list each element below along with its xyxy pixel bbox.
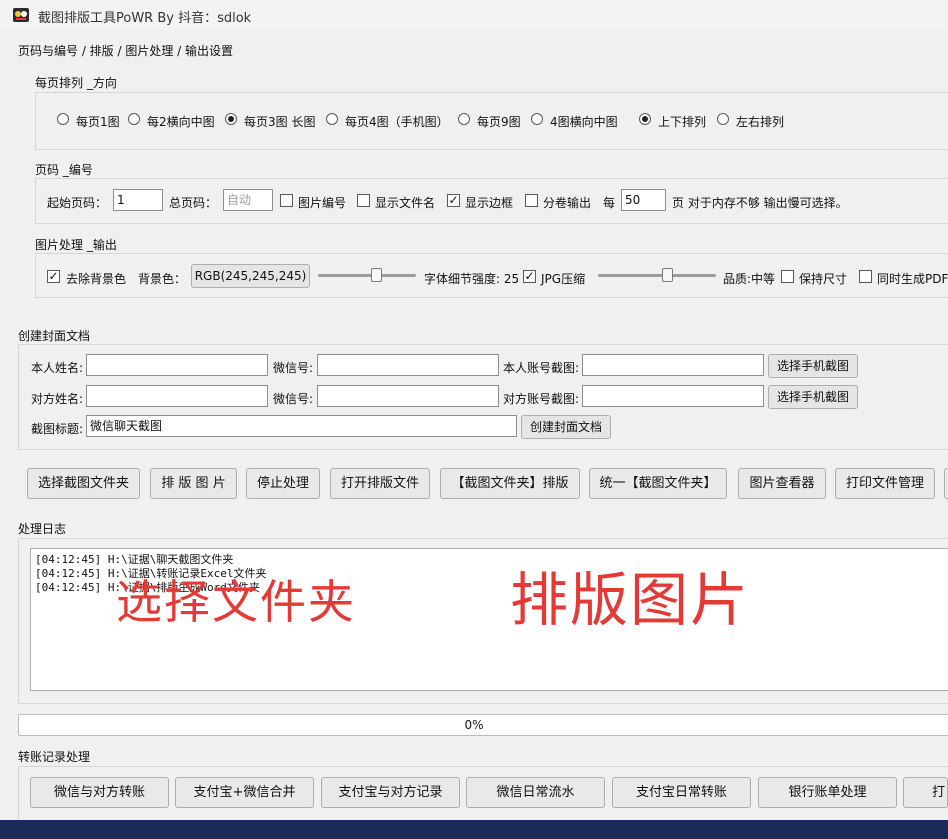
gen-pdf-label: 同时生成PDF xyxy=(877,272,948,286)
pick-other-phone-screenshot-button[interactable]: 选择手机截图 xyxy=(768,385,858,409)
detail-strength-slider-thumb[interactable] xyxy=(371,268,382,282)
overlay-text-select-folder: 选择文件夹 xyxy=(116,575,356,629)
progress-text: 0% xyxy=(464,718,484,732)
layout-group-label: 每页排列 _方向 xyxy=(35,76,117,90)
split-output-checkbox[interactable] xyxy=(525,194,538,207)
radio-direction-vertical-label: 上下排列 xyxy=(658,115,707,129)
radio-direction-vertical[interactable] xyxy=(639,113,651,125)
show-filename-label: 显示文件名 xyxy=(375,196,436,210)
show-border-checkbox[interactable]: ✓ xyxy=(447,194,460,207)
my-name-label: 本人姓名: xyxy=(31,361,84,375)
other-name-input[interactable] xyxy=(86,385,268,407)
alipay-records-button[interactable]: 支付宝与对方记录 xyxy=(321,777,460,808)
wechat-daily-flow-button[interactable]: 微信日常流水 xyxy=(466,777,605,808)
radio-layout-4h[interactable] xyxy=(531,113,543,125)
other-wechat-input[interactable] xyxy=(317,385,499,407)
per-pages-hint: 页 对于内存不够 输出慢可选择。 xyxy=(672,196,848,210)
pick-my-phone-screenshot-button[interactable]: 选择手机截图 xyxy=(768,354,858,378)
more-button-partial[interactable] xyxy=(944,468,948,499)
taskbar-strip xyxy=(0,820,948,839)
log-line-1: [04:12:45] H:\证据\聊天截图文件夹 xyxy=(35,553,234,566)
alipay-daily-transfer-button[interactable]: 支付宝日常转账 xyxy=(612,777,751,808)
cover-title-input[interactable]: 微信聊天截图 xyxy=(86,415,517,437)
radio-layout-2-label: 每2横向中图 xyxy=(147,115,215,129)
image-numbering-label: 图片编号 xyxy=(298,196,347,210)
per-label: 每 xyxy=(603,196,616,210)
other-name-label: 对方姓名: xyxy=(31,392,84,406)
cover-group-label: 创建封面文档 xyxy=(18,329,91,343)
overlay-text-layout-images: 排版图片 xyxy=(510,566,751,634)
quality-slider-thumb[interactable] xyxy=(662,268,673,282)
bank-statement-button[interactable]: 银行账单处理 xyxy=(758,777,897,808)
radio-layout-4h-label: 4图横向中图 xyxy=(550,115,618,129)
start-page-input[interactable]: 1 xyxy=(113,189,163,211)
my-wechat-label: 微信号: xyxy=(273,361,314,375)
cover-title-label: 截图标题: xyxy=(31,422,84,436)
radio-layout-9[interactable] xyxy=(458,113,470,125)
layout-images-button[interactable]: 排 版 图 片 xyxy=(150,468,237,499)
print-partial-button[interactable]: 打 xyxy=(903,777,948,808)
keep-size-checkbox[interactable] xyxy=(781,270,794,283)
log-label: 处理日志 xyxy=(18,522,67,536)
open-layout-file-button[interactable]: 打开排版文件 xyxy=(330,468,430,499)
detail-strength-label: 字体细节强度: 25 xyxy=(424,272,520,286)
per-pages-input[interactable]: 50 xyxy=(621,189,666,211)
image-viewer-button[interactable]: 图片查看器 xyxy=(738,468,826,499)
create-cover-button[interactable]: 创建封面文档 xyxy=(521,415,611,439)
my-account-label: 本人账号截图: xyxy=(503,361,580,375)
other-wechat-label: 微信号: xyxy=(273,392,314,406)
alipay-wechat-merge-button[interactable]: 支付宝+微信合并 xyxy=(175,777,314,808)
bg-color-button[interactable]: RGB(245,245,245) xyxy=(191,264,310,288)
remove-bg-label: 去除背景色 xyxy=(66,272,127,286)
app-logo-icon xyxy=(12,6,30,24)
other-account-label: 对方账号截图: xyxy=(503,392,580,406)
total-pages-input[interactable]: 自动 xyxy=(223,189,273,211)
quality-slider-track xyxy=(598,274,716,277)
my-wechat-input[interactable] xyxy=(317,354,499,376)
other-account-input[interactable] xyxy=(582,385,764,407)
wechat-transfer-button[interactable]: 微信与对方转账 xyxy=(30,777,169,808)
tabs-label: 页码与编号 / 排版 / 图片处理 / 输出设置 xyxy=(18,44,234,58)
radio-layout-4-label: 每页4图（手机图） xyxy=(345,115,449,129)
jpg-compress-label: JPG压缩 xyxy=(541,272,586,286)
transfer-group-label: 转账记录处理 xyxy=(18,750,91,764)
print-manager-button[interactable]: 打印文件管理 xyxy=(835,468,935,499)
my-account-input[interactable] xyxy=(582,354,764,376)
jpg-compress-checkbox[interactable]: ✓ xyxy=(523,270,536,283)
total-pages-label: 总页码： xyxy=(169,196,218,210)
quality-label: 品质:中等 xyxy=(723,272,776,286)
my-name-input[interactable] xyxy=(86,354,268,376)
split-output-label: 分卷输出 xyxy=(543,196,592,210)
select-folder-button[interactable]: 选择截图文件夹 xyxy=(27,468,140,499)
folder-layout-button[interactable]: 【截图文件夹】排版 xyxy=(440,468,580,499)
remove-bg-checkbox[interactable]: ✓ xyxy=(47,270,60,283)
radio-layout-3[interactable] xyxy=(225,113,237,125)
radio-layout-1-label: 每页1图 xyxy=(76,115,120,129)
gen-pdf-checkbox[interactable] xyxy=(859,270,872,283)
show-border-label: 显示边框 xyxy=(465,196,514,210)
image-numbering-checkbox[interactable] xyxy=(280,194,293,207)
radio-layout-3-label: 每页3图 长图 xyxy=(244,115,316,129)
detail-strength-slider-track xyxy=(318,274,416,277)
radio-layout-1[interactable] xyxy=(57,113,69,125)
radio-direction-horizontal[interactable] xyxy=(717,113,729,125)
image-group-label: 图片处理 _输出 xyxy=(35,238,117,252)
radio-layout-2[interactable] xyxy=(128,113,140,125)
radio-layout-4[interactable] xyxy=(326,113,338,125)
radio-layout-9-label: 每页9图 xyxy=(477,115,521,129)
stop-processing-button[interactable]: 停止处理 xyxy=(246,468,320,499)
show-filename-checkbox[interactable] xyxy=(357,194,370,207)
bg-color-label: 背景色： xyxy=(138,272,187,286)
keep-size-label: 保持尺寸 xyxy=(799,272,848,286)
window-title: 截图排版工具PoWR By 抖音：sdlok xyxy=(38,11,252,26)
start-page-label: 起始页码： xyxy=(47,196,108,210)
page-group-label: 页码 _编号 xyxy=(35,163,93,177)
unify-folder-button[interactable]: 统一【截图文件夹】 xyxy=(589,468,727,499)
radio-direction-horizontal-label: 左右排列 xyxy=(736,115,785,129)
